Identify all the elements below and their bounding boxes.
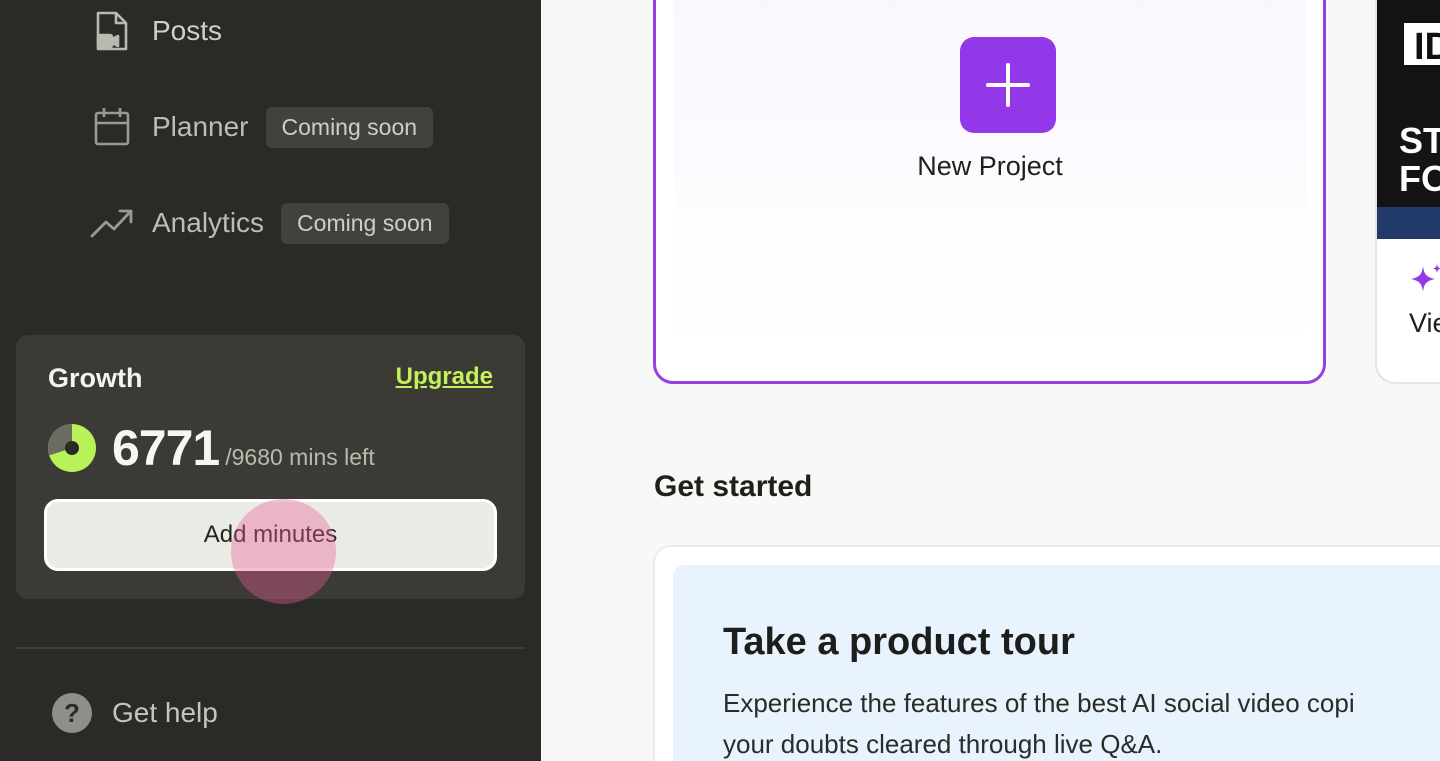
description-line: Experience the features of the best AI s… (723, 688, 1355, 718)
description-line: your doubts cleared through live Q&A. (723, 729, 1163, 759)
coming-soon-badge: Coming soon (265, 106, 434, 148)
sidebar-item-planner[interactable]: Planner Coming soon (90, 103, 434, 151)
sidebar-item-label: Planner (152, 111, 249, 142)
minutes-total-label: /9680 mins left (225, 444, 375, 470)
help-label: Get help (112, 697, 218, 728)
add-minutes-button[interactable]: Add minutes (44, 499, 497, 571)
plan-name: Growth (48, 363, 143, 393)
help-icon: ? (52, 693, 92, 733)
new-project-label: New Project (917, 151, 1063, 181)
new-project-inner: New Project (674, 0, 1306, 345)
project-thumbnail-image: ID STICKFOOT (1377, 0, 1440, 239)
thumbnail-label: Vie (1409, 308, 1440, 338)
get-help-item[interactable]: ? Get help (52, 693, 218, 733)
sparkle-icon (1411, 264, 1440, 292)
thumbnail-overlay-text: STICKFOOT (1399, 120, 1440, 199)
product-tour-card[interactable]: Take a product tour Experience the featu… (653, 545, 1440, 761)
new-project-card[interactable]: New Project (653, 0, 1326, 384)
product-tour-description: Experience the features of the best AI s… (723, 683, 1440, 761)
coming-soon-badge: Coming soon (281, 202, 449, 244)
product-tour-title: Take a product tour (723, 621, 1075, 663)
thumbnail-overlay-top: ID (1401, 20, 1440, 68)
trending-up-icon (90, 201, 134, 245)
sidebar: Posts Planner Coming soon Analytics Comi… (0, 0, 541, 761)
sidebar-item-analytics[interactable]: Analytics Coming soon (90, 199, 449, 247)
plus-button[interactable] (960, 37, 1056, 133)
usage-row: 6771 /9680 mins left (48, 419, 375, 477)
thumbnail-bottom-strip (1377, 207, 1440, 239)
usage-donut-icon (48, 424, 96, 472)
sidebar-item-label: Analytics (152, 207, 265, 238)
sidebar-divider (16, 647, 525, 649)
project-thumbnail-card[interactable]: ID STICKFOOT Vie (1375, 0, 1440, 384)
calendar-icon (90, 105, 134, 149)
sidebar-item-label: Posts (152, 15, 223, 46)
plan-card: Growth Upgrade 6771 /9680 mins left Add … (16, 335, 525, 599)
plus-icon (986, 63, 1030, 107)
get-started-title: Get started (654, 470, 813, 503)
sidebar-item-posts[interactable]: Posts (90, 7, 222, 55)
upgrade-link[interactable]: Upgrade (396, 363, 493, 391)
video-file-icon (90, 9, 134, 53)
product-tour-inner: Take a product tour Experience the featu… (673, 565, 1440, 761)
minutes-left-value: 6771 (112, 420, 220, 476)
